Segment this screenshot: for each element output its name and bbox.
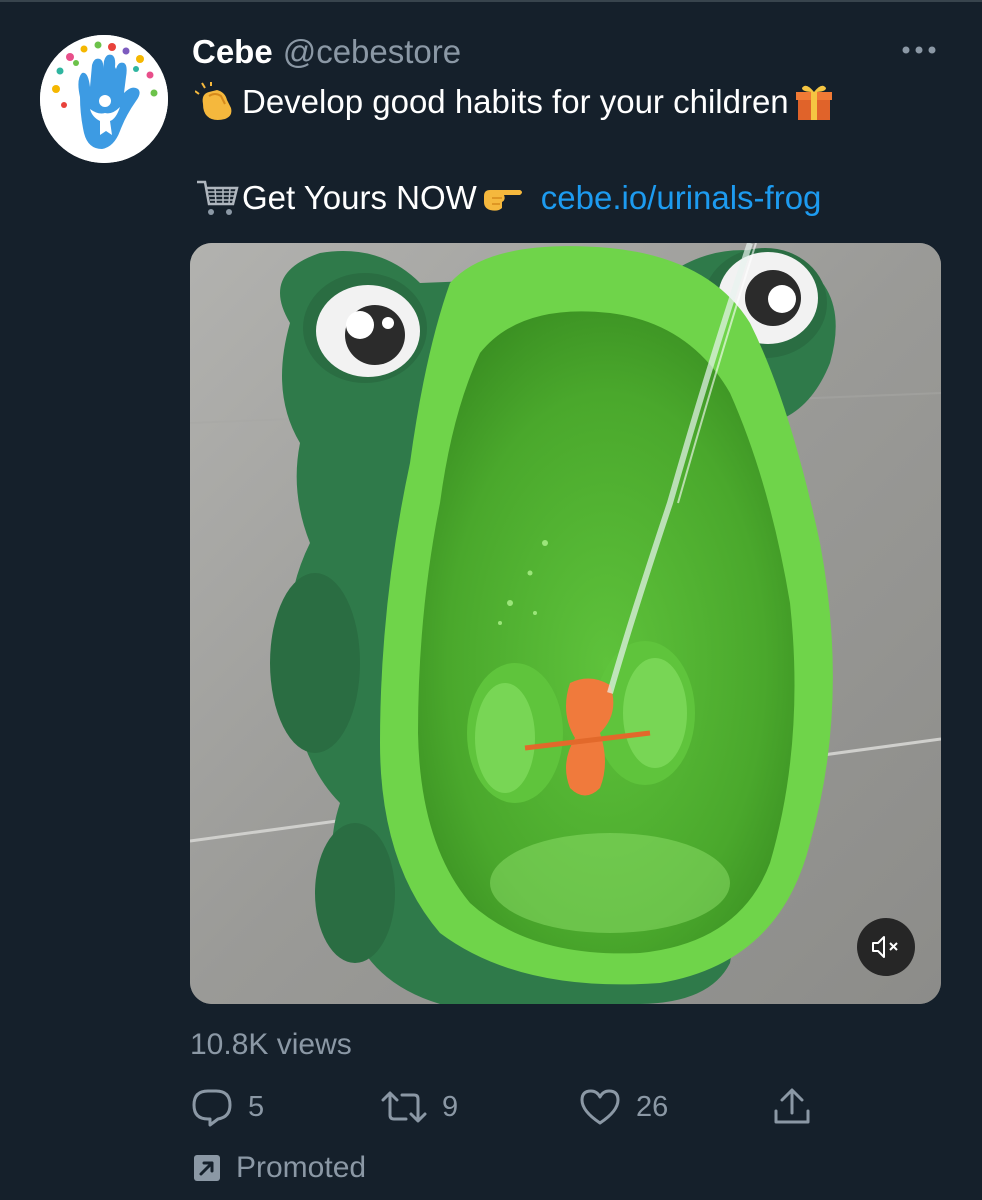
gift-icon [789, 82, 839, 122]
reply-button[interactable]: 5 [190, 1084, 264, 1130]
retweet-count: 9 [442, 1090, 459, 1123]
reply-count: 5 [248, 1090, 265, 1123]
retweet-button[interactable]: 9 [380, 1084, 458, 1130]
mute-button[interactable] [857, 918, 915, 976]
tweet-text-1: Develop good habits for your children [242, 83, 789, 120]
reply-icon [192, 1089, 232, 1127]
tweet-header: Cebe @cebestore [192, 30, 461, 74]
tweet-text-line-2: Get Yours NOW cebe.io/urinals-frog [192, 176, 821, 220]
like-button[interactable]: 26 [578, 1084, 668, 1130]
top-divider [0, 0, 982, 2]
shopping-cart-icon [192, 178, 242, 218]
avatar[interactable] [40, 35, 168, 163]
pointing-right-icon [477, 178, 527, 218]
promoted-text: Promoted [236, 1151, 367, 1184]
tweet-text-line-1: Develop good habits for your children [192, 80, 839, 124]
clapping-hands-icon [192, 82, 242, 122]
more-icon [902, 46, 936, 54]
tweet-video[interactable] [190, 243, 941, 1004]
promoted-icon [194, 1155, 220, 1181]
heart-icon [580, 1089, 620, 1125]
handle[interactable]: @cebestore [283, 30, 461, 74]
hand-logo-icon [40, 35, 168, 163]
tweet-text-2: Get Yours NOW [242, 179, 477, 216]
share-icon [774, 1088, 810, 1124]
view-count: 10.8K views [190, 1028, 352, 1061]
retweet-icon [381, 1091, 427, 1123]
display-name[interactable]: Cebe [192, 30, 273, 74]
share-button[interactable] [770, 1084, 814, 1130]
frog-urinal-video-frame [190, 243, 941, 1004]
mute-icon [872, 936, 898, 958]
product-link[interactable]: cebe.io/urinals-frog [541, 176, 822, 220]
more-options-button[interactable] [896, 36, 942, 64]
promoted-label: Promoted [192, 1148, 366, 1188]
like-count: 26 [636, 1090, 669, 1123]
